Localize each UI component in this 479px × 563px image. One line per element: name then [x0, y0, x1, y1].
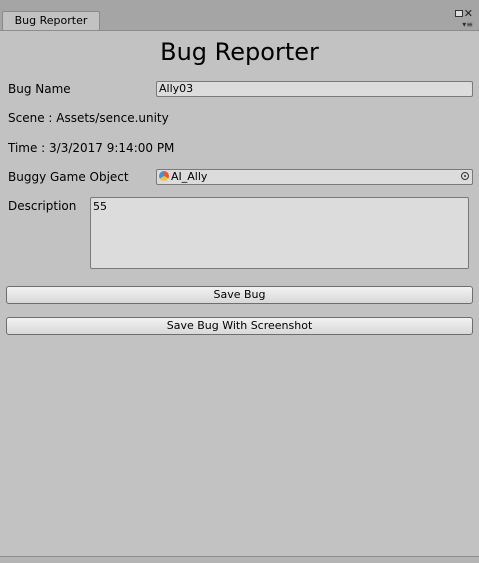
description-textarea[interactable]: 55	[90, 197, 469, 269]
pin-icon[interactable]	[455, 10, 463, 17]
tab-bar: Bug Reporter ✕ ▾≡	[0, 8, 479, 31]
window-top-edge	[0, 0, 479, 8]
page-title: Bug Reporter	[160, 38, 319, 66]
game-object-label: Buggy Game Object	[8, 170, 129, 184]
close-icon[interactable]: ✕	[464, 8, 473, 20]
time-text: Time : 3/3/2017 9:14:00 PM	[8, 141, 175, 155]
save-bug-screenshot-button[interactable]: Save Bug With Screenshot	[6, 317, 473, 335]
save-bug-button[interactable]: Save Bug	[6, 286, 473, 304]
description-label: Description	[8, 199, 77, 213]
game-object-icon	[159, 171, 169, 181]
tab-bug-reporter[interactable]: Bug Reporter	[2, 11, 100, 30]
scene-text: Scene : Assets/sence.unity	[8, 111, 169, 125]
bug-reporter-window: Bug Reporter ✕ ▾≡ Bug Reporter Bug Name …	[0, 0, 479, 563]
bug-name-input[interactable]: Ally03	[156, 81, 473, 97]
game-object-value: AI_Ally	[171, 170, 208, 183]
game-object-field[interactable]: AI_Ally	[156, 169, 473, 185]
bug-name-label: Bug Name	[8, 82, 71, 96]
object-picker-icon[interactable]	[461, 172, 469, 180]
menu-icon[interactable]: ▾≡	[462, 21, 473, 29]
tab-controls: ✕ ▾≡	[455, 8, 473, 29]
